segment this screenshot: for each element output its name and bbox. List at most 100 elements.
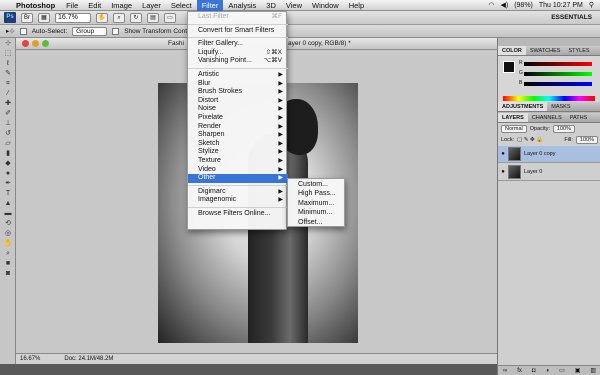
filter-menu-item[interactable]: Texture ▶ [188, 157, 288, 166]
wifi-icon[interactable]: ◠ [488, 1, 494, 9]
quick-select-tool-icon[interactable]: ✎ [2, 69, 14, 78]
view-extras-icon[interactable]: ▦ [38, 12, 50, 23]
minimize-icon[interactable] [32, 40, 39, 47]
other-submenu-item[interactable]: Minimum... [288, 208, 344, 217]
eyedropper-tool-icon[interactable]: ⁄ [2, 89, 14, 98]
other-submenu-item[interactable]: Maximum... [288, 199, 344, 208]
battery-status[interactable]: (98%) [514, 2, 533, 9]
other-submenu-item[interactable]: Custom... [288, 180, 344, 189]
menu-edit[interactable]: Edit [83, 0, 106, 11]
new-layer-icon[interactable]: ▣ [575, 366, 581, 375]
tab-color[interactable]: COLOR [498, 46, 526, 55]
app-menu[interactable]: Photoshop [14, 1, 61, 10]
red-slider[interactable] [524, 62, 592, 66]
type-tool-icon[interactable]: T [2, 189, 14, 198]
filter-menu-item[interactable]: Noise ▶ [188, 105, 288, 114]
visibility-eye-icon[interactable]: ● [498, 169, 508, 175]
color-spectrum-ramp[interactable] [503, 96, 595, 101]
filter-menu-item[interactable]: Filter Gallery... [188, 40, 288, 49]
shape-tool-icon[interactable]: ▬ [2, 209, 14, 218]
menu-layer[interactable]: Layer [137, 0, 166, 11]
dodge-tool-icon[interactable]: ● [2, 169, 14, 178]
filter-menu-item[interactable]: Imagenomic ▶ [188, 196, 288, 205]
hand-tool-icon[interactable]: ✋ [96, 12, 108, 23]
lasso-tool-icon[interactable]: ℓ [2, 59, 14, 68]
auto-select-checkbox[interactable] [19, 27, 27, 35]
fill-input[interactable]: 100% [575, 136, 598, 144]
status-zoom[interactable]: 16.67% [20, 356, 40, 362]
crop-tool-icon[interactable]: ⌗ [2, 79, 14, 88]
zoom-tool-icon[interactable]: ⌕ [113, 12, 125, 23]
filter-menu-item[interactable]: Brush Strokes ▶ [188, 88, 288, 97]
zoom-level-select[interactable]: 16.7% [55, 12, 91, 23]
blend-mode-select[interactable]: Normal [501, 125, 527, 133]
workspace-switcher[interactable]: ESSENTIALS [551, 14, 592, 21]
tab-layers[interactable]: LAYERS [498, 113, 528, 122]
move-tool-icon[interactable]: ⊹ [2, 39, 14, 48]
foreground-color-swatch[interactable] [503, 61, 515, 73]
filter-menu-item[interactable]: Video ▶ [188, 166, 288, 175]
menu-file[interactable]: File [61, 0, 83, 11]
filter-menu-item[interactable]: Other ▶ [188, 174, 288, 183]
menu-filter[interactable]: Filter [196, 0, 224, 11]
menu-image[interactable]: Image [106, 0, 137, 11]
brush-tool-icon[interactable]: ✐ [2, 109, 14, 118]
healing-brush-tool-icon[interactable]: ✚ [2, 99, 14, 108]
add-mask-icon[interactable]: ◘ [532, 366, 536, 375]
lock-icons[interactable]: ▢ ✎ ✥ 🔒 [517, 137, 543, 143]
bridge-icon[interactable]: Br [21, 12, 33, 23]
zoom-tool-icon[interactable]: ⌕ [2, 249, 14, 258]
gradient-tool-icon[interactable]: ▮ [2, 149, 14, 158]
filter-menu-item[interactable]: Blur ▶ [188, 80, 288, 89]
tab-masks[interactable]: MASKS [547, 102, 574, 111]
green-slider[interactable] [524, 72, 592, 76]
filter-menu-item[interactable]: Render ▶ [188, 123, 288, 132]
tab-adjustments[interactable]: ADJUSTMENTS [498, 102, 548, 111]
other-submenu-item[interactable]: Offset... [288, 218, 344, 227]
tab-paths[interactable]: PATHS [566, 113, 592, 122]
opacity-input[interactable]: 100% [552, 125, 575, 133]
zoom-window-icon[interactable] [42, 40, 49, 47]
tab-swatches[interactable]: SWATCHES [526, 46, 565, 55]
filter-menu-item[interactable]: Browse Filters Online... [188, 210, 288, 219]
adjustment-layer-icon[interactable]: ◑ [545, 366, 549, 375]
clone-stamp-tool-icon[interactable]: ⊥ [2, 119, 14, 128]
tab-channels[interactable]: CHANNELS [528, 113, 566, 122]
menu-3d[interactable]: 3D [261, 0, 281, 11]
filter-menu-item[interactable]: Stylize ▶ [188, 148, 288, 157]
filter-menu-item[interactable]: Sharpen ▶ [188, 131, 288, 140]
menu-view[interactable]: View [281, 0, 307, 11]
menu-window[interactable]: Window [307, 0, 344, 11]
menu-select[interactable]: Select [166, 0, 197, 11]
eraser-tool-icon[interactable]: ▱ [2, 139, 14, 148]
history-brush-tool-icon[interactable]: ↺ [2, 129, 14, 138]
color-swatches-icon[interactable]: ■ [2, 259, 14, 268]
3d-orbit-tool-icon[interactable]: ◎ [2, 229, 14, 238]
clock[interactable]: Thu 10:27 PM [539, 2, 583, 9]
menu-help[interactable]: Help [344, 0, 369, 11]
move-tool-preset-icon[interactable]: ▸⊹ [6, 27, 15, 35]
filter-menu-item[interactable]: Artistic ▶ [188, 71, 288, 80]
filter-menu-item[interactable]: Distort ▶ [188, 97, 288, 106]
volume-icon[interactable]: ◀) [500, 1, 508, 9]
filter-menu-item[interactable]: Pixelate ▶ [188, 114, 288, 123]
3d-rotate-tool-icon[interactable]: ⟲ [2, 219, 14, 228]
layer-style-icon[interactable]: fx [517, 366, 522, 375]
marquee-tool-icon[interactable]: ⬚ [2, 49, 14, 58]
rotate-view-icon[interactable]: ↻ [130, 12, 142, 23]
link-layers-icon[interactable]: ∞ [503, 366, 507, 375]
blur-tool-icon[interactable]: ◆ [2, 159, 14, 168]
filter-menu-item[interactable]: Sketch ▶ [188, 140, 288, 149]
trash-icon[interactable]: ▥ [590, 366, 596, 375]
hand-tool-icon[interactable]: ✋ [2, 239, 14, 248]
other-submenu-item[interactable]: High Pass... [288, 189, 344, 198]
quick-mask-icon[interactable]: ◙ [2, 269, 14, 278]
auto-select-dropdown[interactable]: Group [72, 26, 108, 36]
group-folder-icon[interactable]: ▭ [559, 366, 565, 375]
menu-analysis[interactable]: Analysis [223, 0, 261, 11]
visibility-eye-icon[interactable]: ● [498, 151, 508, 157]
show-transform-checkbox[interactable] [112, 27, 120, 35]
blue-slider[interactable] [524, 82, 592, 86]
layer-row[interactable]: ● Layer 0 [498, 164, 600, 181]
tab-styles[interactable]: STYLES [564, 46, 593, 55]
